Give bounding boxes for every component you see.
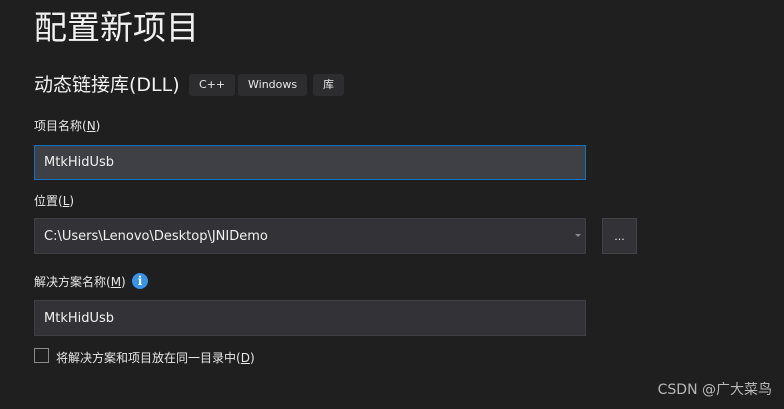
solution-name-label: 解决方案名称(M) [34,274,126,290]
label-text: ) [249,351,255,365]
tag-platform: Windows [238,74,308,96]
label-text: ) [95,119,101,133]
same-directory-checkbox[interactable] [34,348,49,363]
browse-button[interactable]: ... [602,218,637,254]
watermark: CSDN @广大菜鸟 [657,382,772,398]
label-text: 项目名称( [34,119,87,133]
solution-name-input[interactable]: MtkHidUsb [34,300,586,336]
page-title: 配置新项目 [34,8,199,47]
chevron-down-icon[interactable] [575,234,581,237]
project-template-name: 动态链接库(DLL) [34,74,180,96]
project-name-label: 项目名称(N) [34,118,100,134]
label-text: 将解决方案和项目放在同一目录中( [56,351,241,365]
label-text: 位置( [34,194,63,208]
tag-type: 库 [313,74,344,96]
label-text: ) [121,275,126,289]
location-label: 位置(L) [34,193,74,209]
access-key: N [86,119,96,133]
location-value: C:\Users\Lenovo\Desktop\JNIDemo [44,228,268,244]
access-key: M [110,275,122,289]
location-combobox[interactable]: C:\Users\Lenovo\Desktop\JNIDemo [34,218,586,254]
access-key: D [240,351,250,365]
project-name-value: MtkHidUsb [44,155,115,170]
label-text: ) [69,194,75,208]
info-icon[interactable]: i [132,273,148,289]
label-text: 解决方案名称( [34,275,111,289]
tag-language: C++ [189,74,236,96]
solution-name-value: MtkHidUsb [44,310,115,326]
same-directory-label[interactable]: 将解决方案和项目放在同一目录中(D) [56,350,255,366]
project-name-input[interactable]: MtkHidUsb [34,145,586,180]
